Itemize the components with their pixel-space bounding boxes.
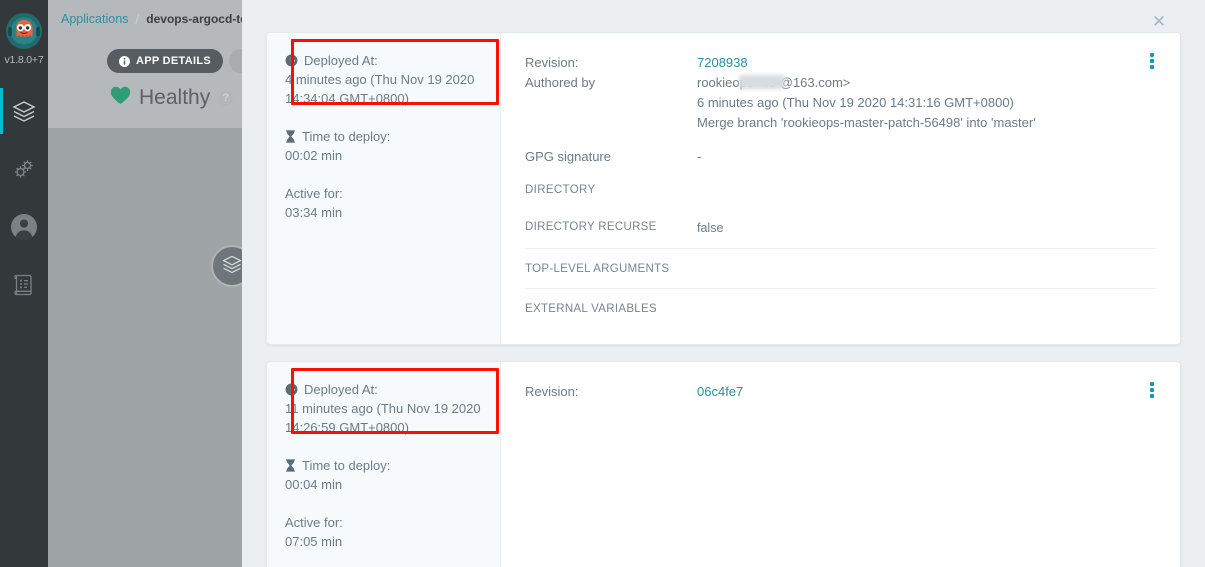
time-to-deploy-value: 00:04 min — [285, 477, 343, 492]
breadcrumb: Applications / devops-argocd-test — [61, 11, 258, 27]
redaction-blur — [739, 75, 785, 89]
active-for-label: Active for: — [285, 186, 343, 201]
revision-key: Revision: — [525, 384, 579, 399]
section-header-directory: DIRECTORY — [525, 184, 596, 196]
sidebar-item-user[interactable] — [0, 198, 48, 256]
time-to-deploy-block: Time to deploy: 00:02 min — [285, 129, 484, 165]
history-card-list: Deployed At: 4 minutes ago (Thu Nov 19 2… — [266, 32, 1181, 567]
deployed-at-block: Deployed At: 4 minutes ago (Thu Nov 19 2… — [285, 53, 484, 108]
question-mark-icon[interactable]: ? — [218, 90, 234, 106]
commit-message: Merge branch 'rookieops-master-patch-564… — [697, 115, 1036, 130]
kebab-menu-icon[interactable] — [1144, 51, 1160, 71]
version-label: v1.8.0+7 — [4, 54, 44, 66]
param-row-external-variables: EXTERNAL VARIABLES — [525, 288, 1156, 328]
authored-by-values: rookieops <ro @163.com> 6 minutes ago (T… — [697, 73, 1036, 133]
time-to-deploy-label: Time to deploy: — [302, 129, 391, 144]
deployment-history-panel: ✕ Deployed At: 4 minutes ago (Thu Nov 19… — [242, 0, 1205, 567]
breadcrumb-applications-link[interactable]: Applications — [61, 12, 128, 26]
time-to-deploy-value: 00:02 min — [285, 148, 343, 163]
time-to-deploy-label-row: Time to deploy: — [285, 129, 484, 144]
deployed-at-label: Deployed At: — [304, 53, 378, 68]
sidebar-item-applications[interactable] — [0, 82, 48, 140]
gears-icon — [11, 156, 37, 182]
deployed-at-block: Deployed At: 11 minutes ago (Thu Nov 19 … — [285, 382, 484, 437]
argo-octopus-logo — [5, 12, 43, 50]
close-icon[interactable]: ✕ — [1148, 10, 1170, 32]
sidebar-rail: v1.8.0+7 — [0, 0, 48, 567]
argo-logo[interactable] — [0, 0, 48, 58]
tab-app-details[interactable]: APP DETAILS — [107, 49, 224, 73]
card-deploy-summary: Deployed At: 11 minutes ago (Thu Nov 19 … — [267, 362, 501, 567]
hourglass-icon — [285, 130, 296, 143]
info-icon — [119, 55, 130, 67]
app-header: Applications / devops-argocd-test APP DE… — [48, 0, 322, 128]
revision-row: Revision: 7208938 — [525, 53, 1158, 73]
book-icon — [12, 272, 36, 298]
card-revision-details: Revision: 06c4fe7 — [501, 362, 1180, 567]
deployed-at-label-row: Deployed At: — [285, 382, 484, 397]
deployed-at-label: Deployed At: — [304, 382, 378, 397]
author-identity: rookieops <ro @163.com> — [697, 75, 851, 90]
history-card: Deployed At: 11 minutes ago (Thu Nov 19 … — [266, 361, 1181, 567]
param-key: TOP-LEVEL ARGUMENTS — [525, 263, 670, 275]
layers-icon — [221, 253, 243, 280]
breadcrumb-separator: / — [135, 11, 140, 27]
hourglass-icon — [285, 459, 296, 472]
gpg-signature-value: - — [697, 149, 702, 164]
parameter-rows: DIRECTORY RECURSE false TOP-LEVEL ARGUME… — [501, 199, 1180, 328]
gpg-signature-row: GPG signature - — [525, 147, 1158, 167]
kebab-menu-icon[interactable] — [1144, 380, 1160, 400]
time-to-deploy-block: Time to deploy: 00:04 min — [285, 458, 484, 494]
revision-value-link[interactable]: 7208938 — [697, 53, 748, 73]
param-key: DIRECTORY RECURSE — [525, 221, 657, 233]
card-deploy-summary: Deployed At: 4 minutes ago (Thu Nov 19 2… — [267, 33, 501, 344]
authored-by-row: Authored by rookieops <ro @163.com> 6 mi… — [525, 73, 1158, 133]
revision-summary-table: Revision: 06c4fe7 — [501, 382, 1180, 402]
revision-summary-table: Revision: 7208938 Authored by rookieops … — [501, 53, 1180, 167]
active-for-value: 03:34 min — [285, 205, 343, 220]
gpg-signature-key: GPG signature — [525, 149, 611, 164]
active-for-block: Active for: 03:34 min — [285, 186, 484, 222]
param-row-top-level-arguments: TOP-LEVEL ARGUMENTS — [525, 248, 1156, 288]
sidebar-item-documentation[interactable] — [0, 256, 48, 314]
heart-icon — [110, 86, 131, 110]
deployed-at-line-1: 11 minutes ago (Thu Nov 19 2020 — [285, 401, 481, 416]
health-status-label: Healthy — [139, 86, 211, 109]
time-to-deploy-label-row: Time to deploy: — [285, 458, 484, 473]
time-to-deploy-label: Time to deploy: — [302, 458, 391, 473]
param-value: false — [697, 221, 724, 235]
sidebar-item-settings[interactable] — [0, 140, 48, 198]
deployed-at-line-2: 14:34:04 GMT+0800) — [285, 91, 409, 106]
active-for-label: Active for: — [285, 515, 343, 530]
active-for-value: 07:05 min — [285, 534, 343, 549]
deployed-at-line-1: 4 minutes ago (Thu Nov 19 2020 — [285, 72, 475, 87]
user-avatar-icon — [9, 212, 39, 242]
source-parameter-sections: DIRECTORY — [501, 167, 1180, 199]
breadcrumb-current-app: devops-argocd-test — [146, 12, 258, 26]
revision-row: Revision: 06c4fe7 — [525, 382, 1158, 402]
tab-app-details-label: APP DETAILS — [136, 55, 212, 67]
deployed-at-line-2: 14:26:59 GMT+0800) — [285, 420, 409, 435]
authored-by-key: Authored by — [525, 75, 596, 90]
revision-value-link[interactable]: 06c4fe7 — [697, 382, 743, 402]
author-date: 6 minutes ago (Thu Nov 19 2020 14:31:16 … — [697, 95, 1014, 110]
card-revision-details: Revision: 7208938 Authored by rookieops … — [501, 33, 1180, 344]
clock-icon — [285, 54, 298, 67]
clock-icon — [285, 383, 298, 396]
history-card: Deployed At: 4 minutes ago (Thu Nov 19 2… — [266, 32, 1181, 345]
deployed-at-label-row: Deployed At: — [285, 53, 484, 68]
revision-key: Revision: — [525, 55, 579, 70]
param-key: EXTERNAL VARIABLES — [525, 303, 657, 315]
rail-items — [0, 82, 48, 314]
screen-root: v1.8.0+7 Applications / devops-argocd-te… — [0, 0, 1205, 567]
param-row-directory-recurse: DIRECTORY RECURSE false — [525, 207, 1156, 248]
layers-icon — [11, 98, 37, 124]
active-for-block: Active for: 07:05 min — [285, 515, 484, 551]
active-for-label-row: Active for: — [285, 515, 484, 530]
app-health-status: Healthy ? — [110, 86, 234, 110]
active-for-label-row: Active for: — [285, 186, 484, 201]
